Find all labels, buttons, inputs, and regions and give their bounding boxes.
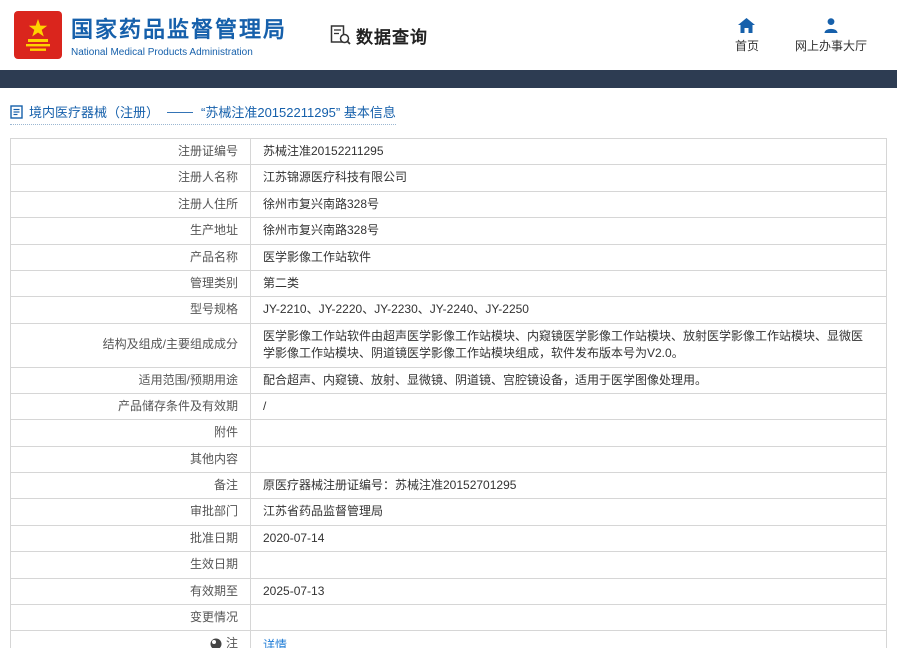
- field-value: 2025-07-13: [251, 578, 887, 604]
- field-value: 详情: [251, 631, 887, 648]
- field-label: 产品储存条件及有效期: [11, 393, 251, 419]
- field-label: 有效期至: [11, 578, 251, 604]
- field-label: 其他内容: [11, 446, 251, 472]
- field-value: 配合超声、内窥镜、放射、显微镜、阴道镜、宫腔镜设备，适用于医学图像处理用。: [251, 367, 887, 393]
- document-search-icon: [329, 24, 351, 46]
- field-label: 变更情况: [11, 605, 251, 631]
- page-header: 国家药品监督管理局 National Medical Products Admi…: [0, 0, 897, 70]
- page-title: “苏械注准20152211295” 基本信息: [201, 102, 396, 121]
- field-value: [251, 446, 887, 472]
- home-icon: [738, 17, 755, 33]
- data-query-heading: 数据查询: [329, 23, 428, 48]
- table-row: 附件: [11, 420, 887, 446]
- org-name-en: National Medical Products Administration: [71, 47, 287, 58]
- note-icon: [210, 638, 222, 648]
- field-value: 徐州市复兴南路328号: [251, 191, 887, 217]
- field-label: 结构及组成/主要组成成分: [11, 323, 251, 367]
- table-row: 审批部门 江苏省药品监督管理局: [11, 499, 887, 525]
- field-value: 江苏省药品监督管理局: [251, 499, 887, 525]
- org-title-block: 国家药品监督管理局 National Medical Products Admi…: [71, 12, 287, 58]
- registration-info-table-wrap: 注册证编号 苏械注准20152211295 注册人名称 江苏锦源医疗科技有限公司…: [10, 138, 887, 648]
- table-row: 产品名称 医学影像工作站软件: [11, 244, 887, 270]
- table-row: 变更情况: [11, 605, 887, 631]
- field-value: [251, 605, 887, 631]
- table-row: 批准日期 2020-07-14: [11, 525, 887, 551]
- table-row: 注册证编号 苏械注准20152211295: [11, 139, 887, 165]
- org-name-cn: 国家药品监督管理局: [71, 12, 287, 44]
- field-value: 第二类: [251, 270, 887, 296]
- table-row: 注册人住所 徐州市复兴南路328号: [11, 191, 887, 217]
- note-label: 注: [226, 635, 238, 648]
- field-label: 注册证编号: [11, 139, 251, 165]
- registration-info-table: 注册证编号 苏械注准20152211295 注册人名称 江苏锦源医疗科技有限公司…: [10, 138, 887, 648]
- header-nav: 首页 网上办事大厅: [735, 17, 867, 54]
- field-label: 适用范围/预期用途: [11, 367, 251, 393]
- field-label: 审批部门: [11, 499, 251, 525]
- field-value: 苏械注准20152211295: [251, 139, 887, 165]
- field-label: 产品名称: [11, 244, 251, 270]
- table-row: 管理类别 第二类: [11, 270, 887, 296]
- breadcrumb-separator: ——: [167, 104, 193, 119]
- nav-service-hall[interactable]: 网上办事大厅: [795, 17, 867, 54]
- field-value: 徐州市复兴南路328号: [251, 218, 887, 244]
- detail-link[interactable]: 详情: [263, 638, 287, 648]
- field-value: [251, 552, 887, 578]
- nav-home-label: 首页: [735, 37, 759, 54]
- table-row: 结构及组成/主要组成成分 医学影像工作站软件由超声医学影像工作站模块、内窥镜医学…: [11, 323, 887, 367]
- field-label: 批准日期: [11, 525, 251, 551]
- field-label: 生产地址: [11, 218, 251, 244]
- field-label: 注册人住所: [11, 191, 251, 217]
- table-row: 注 详情: [11, 631, 887, 648]
- table-row: 生产地址 徐州市复兴南路328号: [11, 218, 887, 244]
- main-nav-bar: [0, 70, 897, 88]
- national-emblem-logo: [14, 11, 62, 59]
- field-label: 备注: [11, 473, 251, 499]
- field-value: 医学影像工作站软件: [251, 244, 887, 270]
- breadcrumb-category: 境内医疗器械（注册）: [29, 102, 159, 121]
- field-label: 注: [11, 631, 251, 648]
- table-row: 有效期至 2025-07-13: [11, 578, 887, 604]
- table-row: 适用范围/预期用途 配合超声、内窥镜、放射、显微镜、阴道镜、宫腔镜设备，适用于医…: [11, 367, 887, 393]
- field-label: 管理类别: [11, 270, 251, 296]
- table-row: 型号规格 JY-2210、JY-2220、JY-2230、JY-2240、JY-…: [11, 297, 887, 323]
- field-label: 生效日期: [11, 552, 251, 578]
- table-row: 备注 原医疗器械注册证编号：苏械注准20152701295: [11, 473, 887, 499]
- field-label: 注册人名称: [11, 165, 251, 191]
- table-row: 注册人名称 江苏锦源医疗科技有限公司: [11, 165, 887, 191]
- document-icon: [10, 105, 23, 119]
- table-row: 其他内容: [11, 446, 887, 472]
- person-icon: [823, 17, 839, 33]
- nav-home[interactable]: 首页: [735, 17, 759, 54]
- breadcrumb: 境内医疗器械（注册） —— “苏械注准20152211295” 基本信息: [10, 102, 897, 125]
- field-value: 医学影像工作站软件由超声医学影像工作站模块、内窥镜医学影像工作站模块、放射医学影…: [251, 323, 887, 367]
- nav-service-hall-label: 网上办事大厅: [795, 37, 867, 54]
- field-value: JY-2210、JY-2220、JY-2230、JY-2240、JY-2250: [251, 297, 887, 323]
- field-label: 型号规格: [11, 297, 251, 323]
- field-value: 原医疗器械注册证编号：苏械注准20152701295: [251, 473, 887, 499]
- field-value: [251, 420, 887, 446]
- field-value: 江苏锦源医疗科技有限公司: [251, 165, 887, 191]
- data-query-label: 数据查询: [356, 23, 428, 48]
- field-value: /: [251, 393, 887, 419]
- table-row: 产品储存条件及有效期 /: [11, 393, 887, 419]
- field-label: 附件: [11, 420, 251, 446]
- table-row: 生效日期: [11, 552, 887, 578]
- field-value: 2020-07-14: [251, 525, 887, 551]
